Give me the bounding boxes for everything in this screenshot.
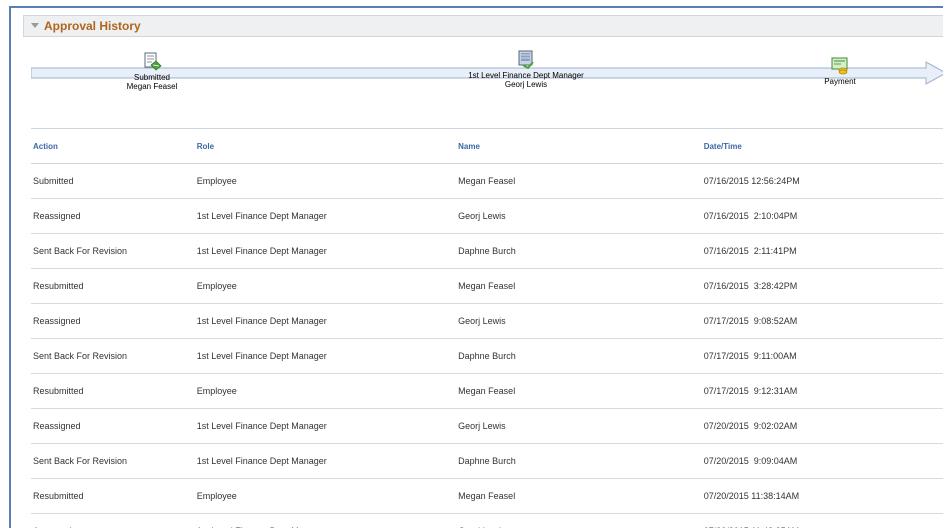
cell-role: 1st Level Finance Dept Manager (195, 199, 456, 234)
step-label-line2: Georj Lewis (446, 80, 606, 89)
table-row: Sent Back For Revision1st Level Finance … (31, 339, 943, 374)
approval-timeline: Submitted Megan Feasel 1st Level Finance… (31, 52, 943, 114)
column-header-datetime[interactable]: Date/Time (702, 129, 943, 164)
table-row: Sent Back For Revision1st Level Finance … (31, 234, 943, 269)
timeline-step-payment: Payment (760, 56, 920, 86)
approval-history-table: Action Role Name Date/Time SubmittedEmpl… (31, 128, 943, 528)
cell-role: Employee (195, 164, 456, 199)
cell-role: 1st Level Finance Dept Manager (195, 304, 456, 339)
cell-datetime: 07/17/2015 9:12:31AM (702, 374, 943, 409)
cell-role: Employee (195, 374, 456, 409)
column-header-role[interactable]: Role (195, 129, 456, 164)
cell-role: 1st Level Finance Dept Manager (195, 339, 456, 374)
cell-name: Georj Lewis (456, 514, 702, 528)
step-label-line2: Megan Feasel (72, 82, 232, 91)
cell-action: Submitted (31, 164, 195, 199)
table-row: Reassigned1st Level Finance Dept Manager… (31, 199, 943, 234)
cell-role: 1st Level Finance Dept Manager (195, 514, 456, 528)
approver-document-icon (516, 50, 536, 70)
cell-name: Megan Feasel (456, 164, 702, 199)
cell-datetime: 07/20/2015 11:43:25AM (702, 514, 943, 528)
cell-role: 1st Level Finance Dept Manager (195, 444, 456, 479)
cell-action: Resubmitted (31, 269, 195, 304)
payment-icon (830, 56, 850, 76)
step-label-line1: Payment (760, 77, 920, 86)
table-row: ResubmittedEmployeeMegan Feasel07/20/201… (31, 479, 943, 514)
table-row: ResubmittedEmployeeMegan Feasel07/16/201… (31, 269, 943, 304)
cell-datetime: 07/16/2015 12:56:24PM (702, 164, 943, 199)
cell-name: Daphne Burch (456, 234, 702, 269)
timeline-step-submitted: Submitted Megan Feasel (72, 52, 232, 91)
cell-role: 1st Level Finance Dept Manager (195, 409, 456, 444)
cell-action: Resubmitted (31, 374, 195, 409)
cell-name: Daphne Burch (456, 339, 702, 374)
table-body: SubmittedEmployeeMegan Feasel07/16/2015 … (31, 164, 943, 528)
column-header-action[interactable]: Action (31, 129, 195, 164)
cell-name: Megan Feasel (456, 479, 702, 514)
table-row: Reassigned1st Level Finance Dept Manager… (31, 409, 943, 444)
cell-datetime: 07/17/2015 9:11:00AM (702, 339, 943, 374)
cell-datetime: 07/16/2015 2:10:04PM (702, 199, 943, 234)
cell-name: Daphne Burch (456, 444, 702, 479)
cell-action: Reassigned (31, 199, 195, 234)
cell-name: Georj Lewis (456, 199, 702, 234)
timeline-step-approver: 1st Level Finance Dept Manager Georj Lew… (446, 50, 606, 89)
cell-datetime: 07/17/2015 9:08:52AM (702, 304, 943, 339)
table-row: ResubmittedEmployeeMegan Feasel07/17/201… (31, 374, 943, 409)
step-label-line1: Submitted (72, 73, 232, 82)
cell-datetime: 07/20/2015 9:02:02AM (702, 409, 943, 444)
column-header-name[interactable]: Name (456, 129, 702, 164)
cell-role: 1st Level Finance Dept Manager (195, 234, 456, 269)
approval-history-panel: Approval History Submitted Megan Feasel (9, 6, 943, 528)
cell-action: Sent Back For Revision (31, 444, 195, 479)
cell-action: Reassigned (31, 409, 195, 444)
cell-name: Megan Feasel (456, 269, 702, 304)
cell-action: Approved (31, 514, 195, 528)
step-label-line1: 1st Level Finance Dept Manager (446, 71, 606, 80)
cell-datetime: 07/16/2015 2:11:41PM (702, 234, 943, 269)
cell-action: Reassigned (31, 304, 195, 339)
cell-action: Sent Back For Revision (31, 234, 195, 269)
cell-datetime: 07/20/2015 9:09:04AM (702, 444, 943, 479)
table-header-row: Action Role Name Date/Time (31, 129, 943, 164)
cell-action: Sent Back For Revision (31, 339, 195, 374)
cell-name: Megan Feasel (456, 374, 702, 409)
cell-name: Georj Lewis (456, 409, 702, 444)
table-row: Approved1st Level Finance Dept ManagerGe… (31, 514, 943, 528)
cell-action: Resubmitted (31, 479, 195, 514)
table-row: SubmittedEmployeeMegan Feasel07/16/2015 … (31, 164, 943, 199)
cell-datetime: 07/20/2015 11:38:14AM (702, 479, 943, 514)
collapse-triangle-icon[interactable] (31, 23, 39, 28)
cell-role: Employee (195, 269, 456, 304)
table-row: Sent Back For Revision1st Level Finance … (31, 444, 943, 479)
table-row: Reassigned1st Level Finance Dept Manager… (31, 304, 943, 339)
section-header[interactable]: Approval History (23, 15, 943, 37)
cell-role: Employee (195, 479, 456, 514)
submitted-document-icon (142, 52, 162, 72)
cell-name: Georj Lewis (456, 304, 702, 339)
cell-datetime: 07/16/2015 3:28:42PM (702, 269, 943, 304)
section-title: Approval History (44, 19, 141, 33)
